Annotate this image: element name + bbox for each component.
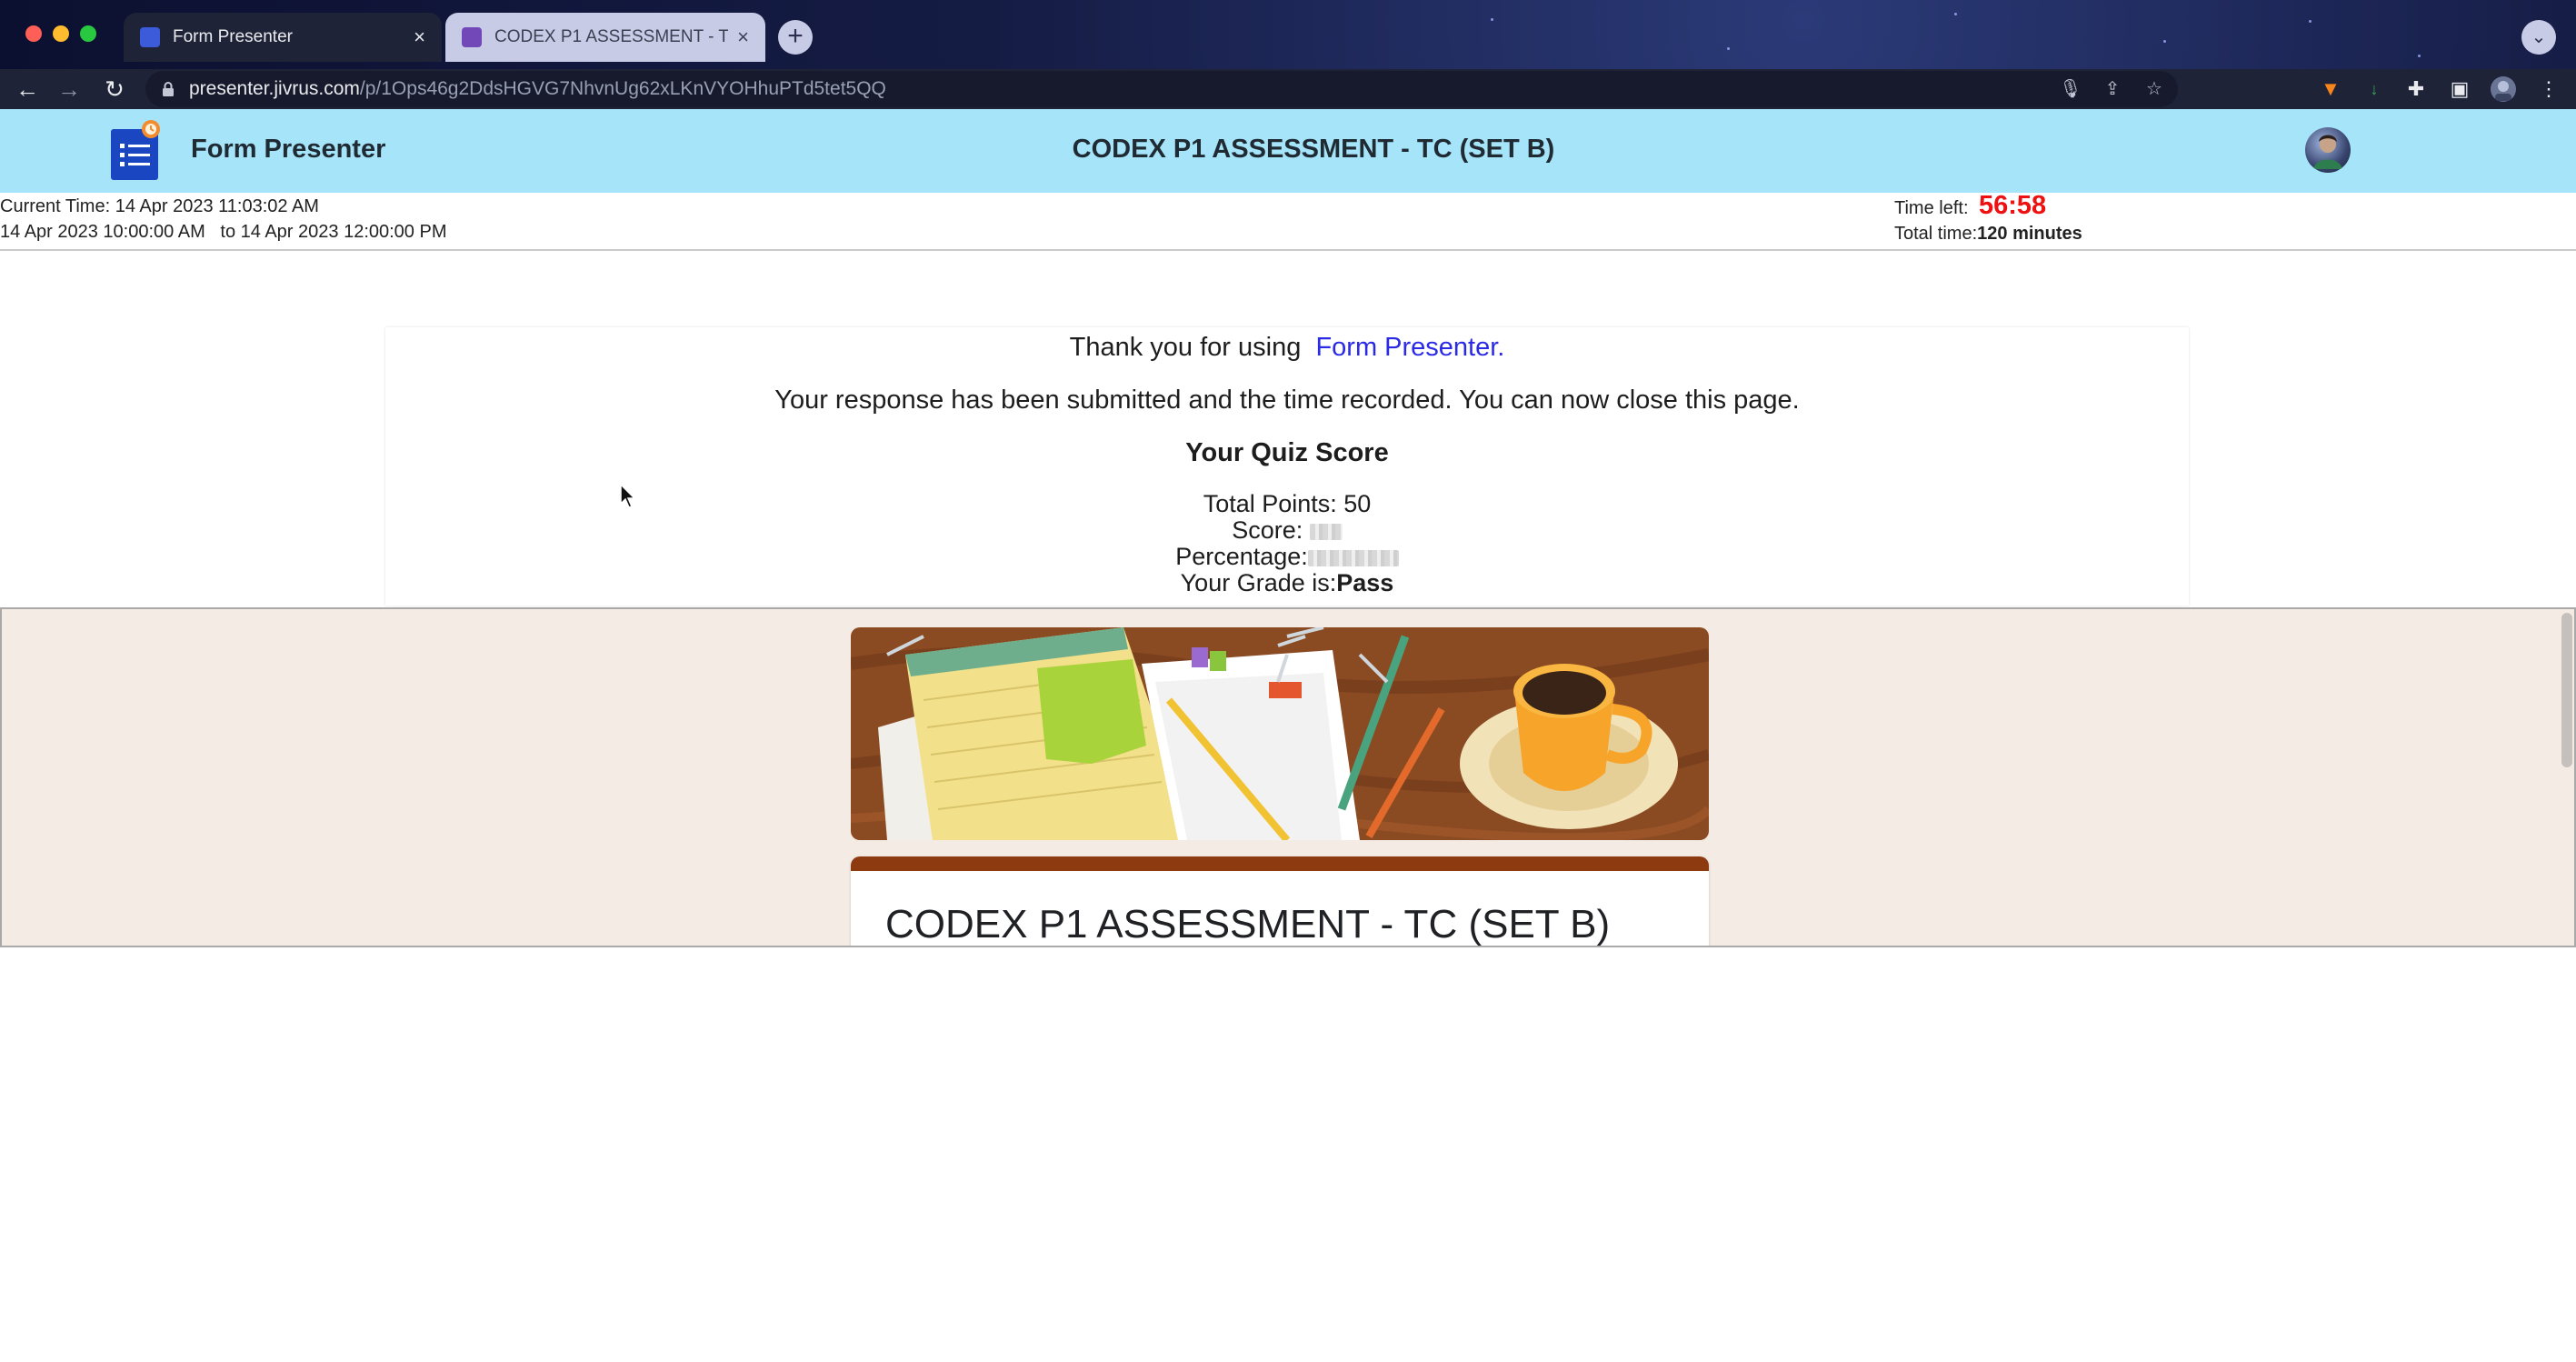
thanks-line: Thank you for using Form Presenter. <box>385 333 2189 363</box>
tab-form-presenter[interactable]: Form Presenter × <box>124 13 442 62</box>
scrollbar[interactable] <box>2561 613 2572 767</box>
bookmark-star-icon[interactable]: ☆ <box>2142 76 2167 102</box>
microphone-icon[interactable]: 🎙 <box>2058 76 2083 102</box>
grade-row: Your Grade is:Pass <box>385 570 2189 596</box>
metamask-fox-icon[interactable]: ▼ <box>2314 73 2347 105</box>
side-panel-icon[interactable]: ▣ <box>2443 73 2476 105</box>
browser-toolbar: ← → ↻ presenter.jivrus.com/p/1Ops46g2Dds… <box>0 69 2576 109</box>
time-left-label: Time left: <box>1894 198 1969 218</box>
close-icon[interactable]: × <box>737 25 749 49</box>
reload-icon[interactable]: ↻ <box>98 73 131 105</box>
form-presenter-favicon-icon <box>140 27 160 47</box>
time-left-countdown: 56:58 <box>1979 191 2047 220</box>
current-time: Current Time: 14 Apr 2023 11:03:02 AM <box>0 196 319 216</box>
url-host: presenter.jivrus.com <box>189 78 360 99</box>
form-accent-bar <box>851 856 1709 871</box>
download-icon[interactable]: ↓ <box>2358 73 2391 105</box>
avatar[interactable] <box>2305 127 2351 173</box>
total-time-value: 120 minutes <box>1977 224 2082 244</box>
total-points: Total Points: 50 <box>1203 490 1372 517</box>
background-star <box>2163 40 2166 43</box>
mouse-cursor-icon <box>620 483 636 509</box>
page-title: CODEX P1 ASSESSMENT - TC (SET B) <box>1072 135 1555 164</box>
profile-avatar-icon[interactable] <box>2487 73 2520 105</box>
total-time: Total time:120 minutes <box>1894 224 2082 245</box>
window-close-button[interactable] <box>25 25 42 42</box>
forward-arrow-icon[interactable]: → <box>53 73 85 105</box>
close-icon[interactable]: × <box>414 25 425 49</box>
address-bar[interactable]: presenter.jivrus.com/p/1Ops46g2DdsHGVG7N… <box>145 71 2178 107</box>
score-label: Score: <box>1232 516 1303 544</box>
back-arrow-icon[interactable]: ← <box>11 73 44 105</box>
tab-title: Form Presenter <box>173 27 293 46</box>
assessment-window: 14 Apr 2023 10:00:00 AM to 14 Apr 2023 1… <box>0 222 446 243</box>
window-end: to 14 Apr 2023 12:00:00 PM <box>220 222 447 242</box>
form-header-card: CODEX P1 ASSESSMENT - TC (SET B) <box>851 856 1709 946</box>
window-minimize-button[interactable] <box>53 25 69 42</box>
score-value-redacted <box>1309 523 1343 540</box>
chevron-down-icon[interactable]: ⌄ <box>2521 20 2556 55</box>
percentage-label: Percentage: <box>1175 543 1308 570</box>
total-time-label: Total time: <box>1894 224 1978 244</box>
tab-codex-assessment[interactable]: CODEX P1 ASSESSMENT - TC × <box>445 13 765 62</box>
new-tab-button[interactable]: + <box>778 20 813 55</box>
timer-bar: Current Time: 14 Apr 2023 11:03:02 AM 14… <box>0 191 2576 251</box>
background-star <box>1491 18 1493 21</box>
background-star <box>1727 47 1730 50</box>
share-icon[interactable]: ⇪ <box>2100 76 2125 102</box>
url-text: presenter.jivrus.com/p/1Ops46g2DdsHGVG7N… <box>189 78 886 100</box>
background-star <box>1954 13 1957 15</box>
percentage-row: Percentage: <box>385 544 2189 570</box>
google-forms-favicon-icon <box>462 27 482 47</box>
score-row: Score: <box>385 517 2189 544</box>
background-star <box>2309 20 2311 23</box>
form-banner-image <box>851 627 1709 840</box>
window-start: 14 Apr 2023 10:00:00 AM <box>0 222 205 242</box>
grade-label: Your Grade is: <box>1180 569 1337 596</box>
thanks-text: Thank you for using <box>1069 333 1302 362</box>
form-presenter-link[interactable]: Form Presenter. <box>1315 333 1504 362</box>
app-header: Form Presenter CODEX P1 ASSESSMENT - TC … <box>0 109 2576 193</box>
browser-tab-bar: Form Presenter × CODEX P1 ASSESSMENT - T… <box>0 0 2576 69</box>
embedded-form-frame[interactable]: CODEX P1 ASSESSMENT - TC (SET B) <box>0 607 2576 947</box>
extensions-puzzle-icon[interactable]: ✚ <box>2400 73 2432 105</box>
submission-confirmation-card: Thank you for using Form Presenter. Your… <box>385 327 2189 606</box>
percentage-value-redacted <box>1307 549 1399 566</box>
form-title: CODEX P1 ASSESSMENT - TC (SET B) <box>885 902 1611 946</box>
grade-value: Pass <box>1336 569 1394 596</box>
url-path: /p/1Ops46g2DdsHGVG7NhvnUg62xLKnVYOHhuPTd… <box>359 78 886 99</box>
background-star <box>2418 55 2421 57</box>
score-summary: Total Points: 50 Score: Percentage: Your… <box>385 491 2189 596</box>
quiz-score-heading: Your Quiz Score <box>1185 438 1389 467</box>
menu-dots-icon[interactable]: ⋮ <box>2532 73 2565 105</box>
lock-icon <box>162 82 175 96</box>
window-maximize-button[interactable] <box>80 25 96 42</box>
submitted-message: Your response has been submitted and the… <box>774 386 1800 415</box>
tab-title: CODEX P1 ASSESSMENT - TC <box>494 27 729 46</box>
